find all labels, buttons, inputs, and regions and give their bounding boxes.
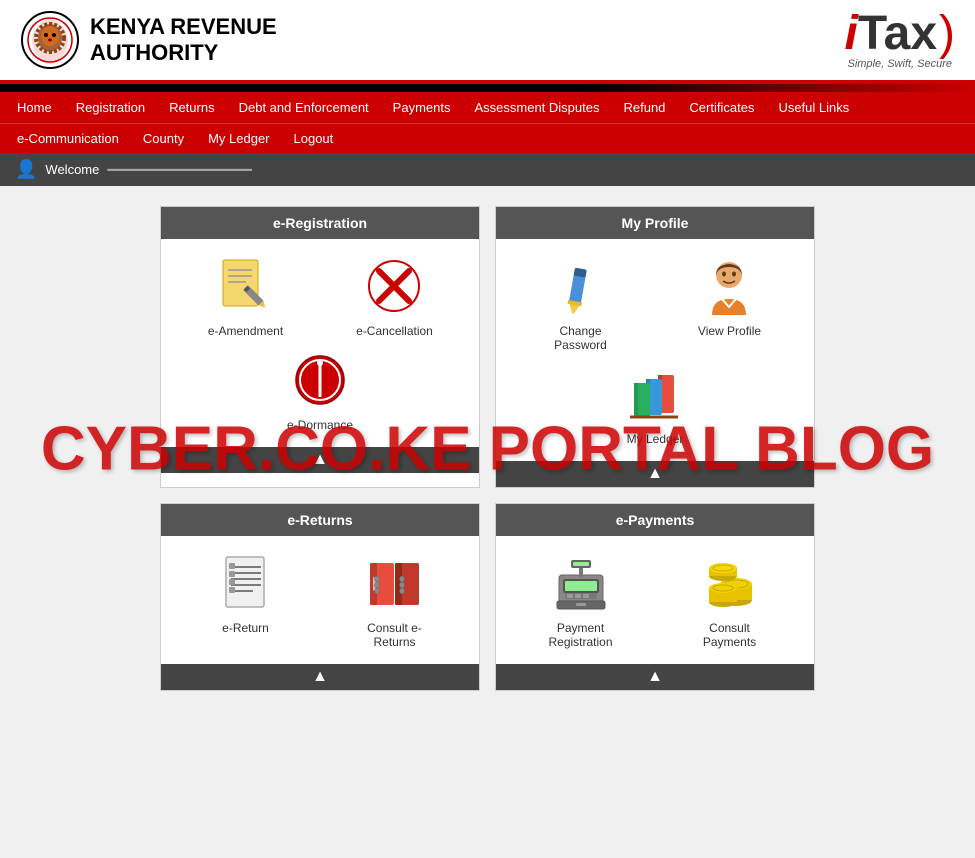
ecancellation-label: e-Cancellation <box>356 324 433 338</box>
myprofile-body: Change Password <box>496 239 814 461</box>
myprofile-card: My Profile <box>495 206 815 488</box>
consultereturn-label: Consult e-Returns <box>350 621 440 649</box>
viewprofile-icon <box>697 254 762 319</box>
nav-returns[interactable]: Returns <box>157 92 227 123</box>
paymentreg-item[interactable]: Payment Registration <box>536 551 626 649</box>
epayments-body: Payment Registration <box>496 536 814 664</box>
edormance-item[interactable]: e-Dormance <box>275 348 365 432</box>
nav-county[interactable]: County <box>131 124 196 153</box>
nav-top: Home Registration Returns Debt and Enfor… <box>0 92 975 123</box>
nav-payments[interactable]: Payments <box>381 92 463 123</box>
ereturn-label: e-Return <box>222 621 269 635</box>
paymentreg-icon <box>548 551 613 616</box>
welcome-bar: 👤 Welcome ━━━━━━━━━━━━━━━━━━━━ <box>0 153 975 186</box>
main-content-wrapper: CYBER.CO.KE PORTAL BLOG e-Registration <box>0 186 975 711</box>
itax-tagline: Simple, Swift, Secure <box>847 58 952 70</box>
nav-my-ledger[interactable]: My Ledger <box>196 124 281 153</box>
eregistration-header: e-Registration <box>161 207 479 239</box>
ereturns-body: e-Return <box>161 536 479 664</box>
consultpay-item[interactable]: Consult Payments <box>685 551 775 649</box>
nav-registration[interactable]: Registration <box>64 92 157 123</box>
edormance-icon <box>288 348 353 413</box>
user-info: ━━━━━━━━━━━━━━━━━━━━ <box>107 163 252 177</box>
epayments-header: e-Payments <box>496 504 814 536</box>
ereturns-header: e-Returns <box>161 504 479 536</box>
nav-ecommunication[interactable]: e-Communication <box>5 124 131 153</box>
eregistration-footer: ▲ <box>161 447 479 473</box>
user-icon: 👤 <box>15 159 37 180</box>
itax-i: i <box>845 7 858 60</box>
consultereturn-icon <box>362 551 427 616</box>
bottom-cards-row: e-Returns <box>30 503 945 691</box>
itax-tax: Tax <box>858 7 937 60</box>
ereturns-footer: ▲ <box>161 664 479 690</box>
welcome-text: Welcome <box>45 162 99 177</box>
nav-home[interactable]: Home <box>5 92 64 123</box>
eamendment-label: e-Amendment <box>208 324 283 338</box>
ecancellation-item[interactable]: e-Cancellation <box>350 254 440 338</box>
changepassword-item[interactable]: Change Password <box>536 254 626 352</box>
itax-swoosh: ) <box>939 10 955 58</box>
myledger-label: My Ledger <box>627 432 684 446</box>
nav-logout[interactable]: Logout <box>282 124 346 153</box>
kra-logo-icon <box>20 10 80 70</box>
epayments-footer: ▲ <box>496 664 814 690</box>
ereturn-item[interactable]: e-Return <box>201 551 291 649</box>
header: Kenya Revenue Authority iTax ) Simple, S… <box>0 0 975 84</box>
nav-refund[interactable]: Refund <box>611 92 677 123</box>
eamendment-item[interactable]: e-Amendment <box>201 254 291 338</box>
changepassword-label: Change Password <box>536 324 626 352</box>
ereturns-card: e-Returns <box>160 503 480 691</box>
viewprofile-item[interactable]: View Profile <box>685 254 775 352</box>
ecancellation-icon <box>362 254 427 319</box>
myledger-icon <box>623 362 688 427</box>
kra-logo: Kenya Revenue Authority <box>20 10 277 70</box>
paymentreg-label: Payment Registration <box>536 621 626 649</box>
nav-bottom: e-Communication County My Ledger Logout <box>0 123 975 153</box>
main-content: e-Registration <box>0 186 975 711</box>
nav-useful-links[interactable]: Useful Links <box>766 92 861 123</box>
nav-debt[interactable]: Debt and Enforcement <box>227 92 381 123</box>
eamendment-icon <box>213 254 278 319</box>
itax-logo: iTax ) Simple, Swift, Secure <box>845 10 955 70</box>
changepassword-icon <box>548 254 613 319</box>
ereturn-icon <box>213 551 278 616</box>
top-cards-row: e-Registration <box>30 206 945 488</box>
eregistration-card: e-Registration <box>160 206 480 488</box>
epayments-card: e-Payments <box>495 503 815 691</box>
consultpay-label: Consult Payments <box>685 621 775 649</box>
consultpay-icon <box>697 551 762 616</box>
kra-name: Kenya Revenue Authority <box>90 14 277 67</box>
myledger-item[interactable]: My Ledger <box>610 362 700 446</box>
nav-certificates[interactable]: Certificates <box>677 92 766 123</box>
myprofile-footer: ▲ <box>496 461 814 487</box>
consultereturn-item[interactable]: Consult e-Returns <box>350 551 440 649</box>
nav-assessment[interactable]: Assessment Disputes <box>462 92 611 123</box>
myprofile-header: My Profile <box>496 207 814 239</box>
edormance-label: e-Dormance <box>287 418 353 432</box>
header-divider <box>0 84 975 92</box>
viewprofile-label: View Profile <box>698 324 761 338</box>
eregistration-body: e-Amendment e-Cancellation <box>161 239 479 447</box>
